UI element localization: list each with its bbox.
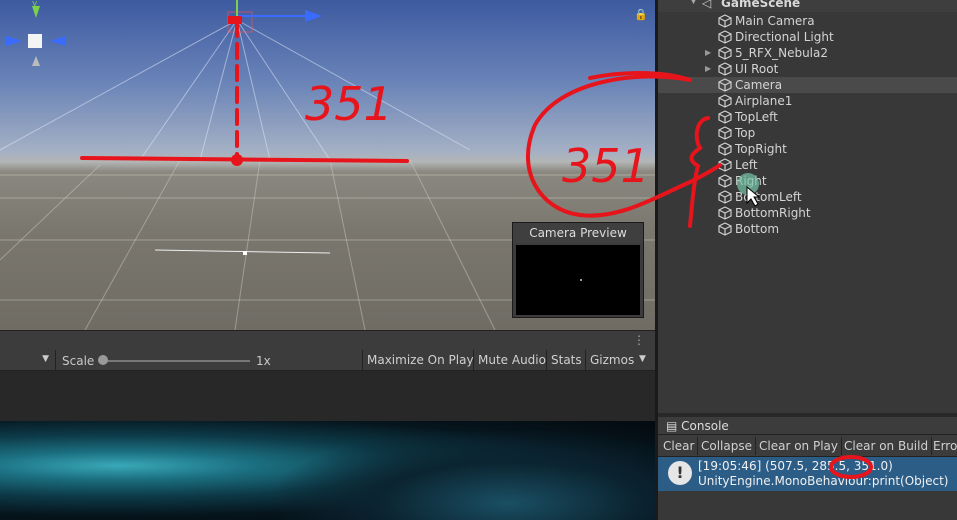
gameobject-cube-icon: [718, 126, 732, 140]
gizmos-dropdown-icon[interactable]: ▼: [639, 354, 646, 364]
gameobject-cube-icon: [718, 174, 732, 188]
maximize-on-play-button[interactable]: Maximize On Play: [362, 350, 478, 371]
info-icon: !: [668, 461, 692, 485]
chevron-down-icon: ▼: [42, 354, 49, 364]
scene-header-row[interactable]: ▼ ◁ GameScene: [658, 0, 957, 12]
hierarchy-item[interactable]: BottomRight: [658, 205, 957, 221]
hierarchy-item-label: TopLeft: [735, 110, 778, 124]
orientation-gizmo[interactable]: y: [0, 0, 80, 80]
error-pause-button[interactable]: Error: [930, 437, 957, 455]
hierarchy-item[interactable]: Bottom: [658, 221, 957, 237]
clear-button[interactable]: Clear: [660, 437, 699, 455]
hierarchy-item-label: 5_RFX_Nebula2: [735, 46, 828, 60]
gameobject-cube-icon: [718, 110, 732, 124]
clear-on-build-button[interactable]: Clear on Build: [841, 437, 933, 455]
hierarchy-item-label: BottomRight: [735, 206, 811, 220]
chevron-down-icon[interactable]: ▼: [690, 0, 697, 6]
lock-icon[interactable]: 🔒: [634, 8, 648, 21]
hierarchy-item-label: Top: [735, 126, 756, 140]
hierarchy-panel: ▼ ◁ GameScene Main Camera Directional Lig…: [658, 0, 957, 413]
camera-preview-screen: [516, 245, 640, 315]
hierarchy-item[interactable]: Right: [658, 173, 957, 189]
scale-value: 1x: [256, 354, 271, 368]
unity-scene-icon: ◁: [702, 0, 712, 10]
expand-arrow-icon[interactable]: ▶: [705, 45, 711, 61]
hierarchy-item[interactable]: Camera: [658, 77, 957, 93]
hierarchy-item-label: UI Root: [735, 62, 779, 76]
gameobject-cube-icon: [718, 222, 732, 236]
hierarchy-item[interactable]: Directional Light: [658, 29, 957, 45]
hierarchy-item[interactable]: ▶ 5_RFX_Nebula2: [658, 45, 957, 61]
gameobject-cube-icon: [718, 94, 732, 108]
hierarchy-item-label: BottomLeft: [735, 190, 802, 204]
console-icon: ▤: [666, 419, 678, 433]
console-log-area: [658, 491, 957, 520]
hierarchy-item[interactable]: BottomLeft: [658, 189, 957, 205]
scale-label: Scale: [62, 354, 95, 368]
tab-console[interactable]: ▤ Console: [662, 417, 735, 435]
hierarchy-item[interactable]: Left: [658, 157, 957, 173]
gameobject-cube-icon: [718, 78, 732, 92]
hierarchy-item[interactable]: TopRight: [658, 141, 957, 157]
gameobject-cube-icon: [718, 190, 732, 204]
game-view[interactable]: [0, 421, 655, 520]
gameobject-cube-icon: [718, 142, 732, 156]
game-view-toolbar: ▼ Scale 1x Maximize On Play Mute Audio S…: [0, 350, 655, 371]
gameobject-cube-icon: [718, 62, 732, 76]
camera-preview-panel: Camera Preview: [512, 222, 644, 318]
log-stacktrace: UnityEngine.MonoBehaviour:print(Object): [698, 474, 949, 488]
gameobject-cube-icon: [718, 30, 732, 44]
scene-bottom-strip: ⋮: [0, 330, 655, 350]
gizmos-button[interactable]: Gizmos: [585, 350, 638, 371]
gizmo-y-label: y: [32, 0, 38, 9]
more-options-icon[interactable]: ⋮: [633, 333, 645, 347]
mute-audio-button[interactable]: Mute Audio: [473, 350, 550, 371]
stats-button[interactable]: Stats: [546, 350, 586, 371]
gameobject-cube-icon: [718, 206, 732, 220]
hierarchy-item[interactable]: Main Camera: [658, 13, 957, 29]
clear-on-play-button[interactable]: Clear on Play: [756, 437, 842, 455]
console-tab-bar: ▤ Console: [658, 417, 957, 435]
camera-preview-title: Camera Preview: [513, 223, 643, 243]
hierarchy-item-label: Right: [735, 174, 767, 188]
gameobject-cube-icon: [718, 158, 732, 172]
hierarchy-item[interactable]: Top: [658, 125, 957, 141]
hierarchy-item[interactable]: ▶ UI Root: [658, 61, 957, 77]
display-dropdown[interactable]: ▼: [0, 350, 56, 371]
log-message: [19:05:46] (507.5, 285.5, 351.0): [698, 459, 893, 473]
game-view-letterbox: [0, 371, 655, 421]
hierarchy-item-label: TopRight: [735, 142, 787, 156]
hierarchy-item-label: Left: [735, 158, 758, 172]
gameobject-cube-icon: [718, 14, 732, 28]
hierarchy-item[interactable]: TopLeft: [658, 109, 957, 125]
hierarchy-item[interactable]: Airplane1: [658, 93, 957, 109]
expand-arrow-icon[interactable]: ▶: [705, 61, 711, 77]
tab-console-label: Console: [681, 419, 729, 433]
hierarchy-item-label: Main Camera: [735, 14, 815, 28]
gameobject-cube-icon: [718, 46, 732, 60]
hierarchy-item-label: Camera: [735, 78, 783, 92]
scene-name: GameScene: [721, 0, 801, 10]
hierarchy-item-label: Airplane1: [735, 94, 793, 108]
console-toolbar: Clear Collapse Clear on Play Clear on Bu…: [658, 435, 957, 457]
hierarchy-item-label: Directional Light: [735, 30, 834, 44]
scene-view[interactable]: y 🔒 Camera Preview: [0, 0, 655, 330]
hierarchy-item-label: Bottom: [735, 222, 780, 236]
scale-slider-track[interactable]: [100, 360, 250, 362]
collapse-button[interactable]: Collapse: [698, 437, 756, 455]
console-log-entry[interactable]: ! [19:05:46] (507.5, 285.5, 351.0) Unity…: [658, 457, 957, 491]
scale-slider-handle[interactable]: [98, 355, 108, 365]
